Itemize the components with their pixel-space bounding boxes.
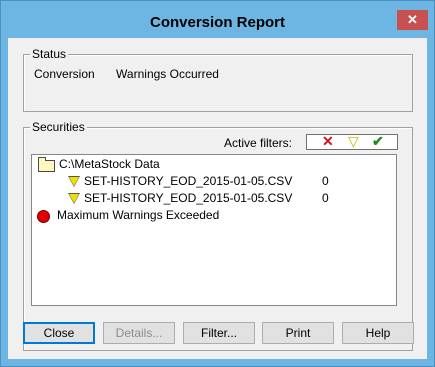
list-item-count: 0 bbox=[322, 191, 329, 205]
red-error-dot-icon bbox=[37, 210, 50, 223]
help-button[interactable]: Help bbox=[342, 322, 414, 344]
list-item-count: 0 bbox=[322, 174, 329, 188]
status-group: Status Conversion Warnings Occurred bbox=[23, 47, 413, 112]
window-close-button[interactable]: ✕ bbox=[397, 10, 428, 30]
dialog-body: Status Conversion Warnings Occurred Secu… bbox=[8, 38, 427, 359]
conversion-label: Conversion bbox=[34, 67, 95, 81]
yellow-warning-triangle-icon[interactable]: ▽ bbox=[348, 134, 359, 149]
list-item-label: SET-HISTORY_EOD_2015-01-05.CSV bbox=[84, 191, 293, 205]
window-title: Conversion Report bbox=[149, 14, 285, 31]
print-button[interactable]: Print bbox=[262, 322, 334, 344]
red-x-icon[interactable]: ✕ bbox=[322, 134, 334, 149]
list-item[interactable]: Maximum Warnings Exceeded bbox=[34, 207, 394, 224]
list-item[interactable]: SET-HISTORY_EOD_2015-01-05.CSV 0 bbox=[68, 173, 392, 190]
securities-group: Securities Active filters: ✕ ▽ ✔ C:\Meta… bbox=[23, 120, 413, 351]
green-check-icon[interactable]: ✔ bbox=[372, 134, 384, 149]
warning-triangle-fill bbox=[69, 177, 79, 186]
warning-triangle-fill bbox=[69, 194, 79, 203]
list-item[interactable]: C:\MetaStock Data bbox=[34, 156, 394, 173]
list-item-label: C:\MetaStock Data bbox=[59, 157, 160, 171]
status-row: Conversion Warnings Occurred bbox=[34, 67, 237, 81]
securities-tree-list[interactable]: C:\MetaStock Data SET-HISTORY_EOD_2015-0… bbox=[31, 154, 397, 306]
list-item[interactable]: SET-HISTORY_EOD_2015-01-05.CSV 0 bbox=[68, 190, 392, 207]
close-button[interactable]: Close bbox=[23, 322, 95, 344]
active-filters-label: Active filters: bbox=[224, 136, 293, 150]
title-bar[interactable]: Conversion Report ✕ bbox=[1, 1, 434, 37]
filter-button[interactable]: Filter... bbox=[183, 322, 255, 344]
status-group-label: Status bbox=[30, 47, 69, 61]
list-item-label: Maximum Warnings Exceeded bbox=[57, 208, 220, 222]
conversion-status-value: Warnings Occurred bbox=[116, 67, 219, 81]
active-filters-box[interactable]: ✕ ▽ ✔ bbox=[306, 134, 398, 150]
folder-icon bbox=[38, 157, 55, 172]
securities-group-label: Securities bbox=[30, 120, 87, 134]
list-item-label: SET-HISTORY_EOD_2015-01-05.CSV bbox=[84, 174, 293, 188]
conversion-report-window: Conversion Report ✕ Status Conversion Wa… bbox=[0, 0, 435, 367]
details-button[interactable]: Details... bbox=[103, 322, 175, 344]
button-bar: Close Details... Filter... Print Help bbox=[23, 322, 418, 344]
